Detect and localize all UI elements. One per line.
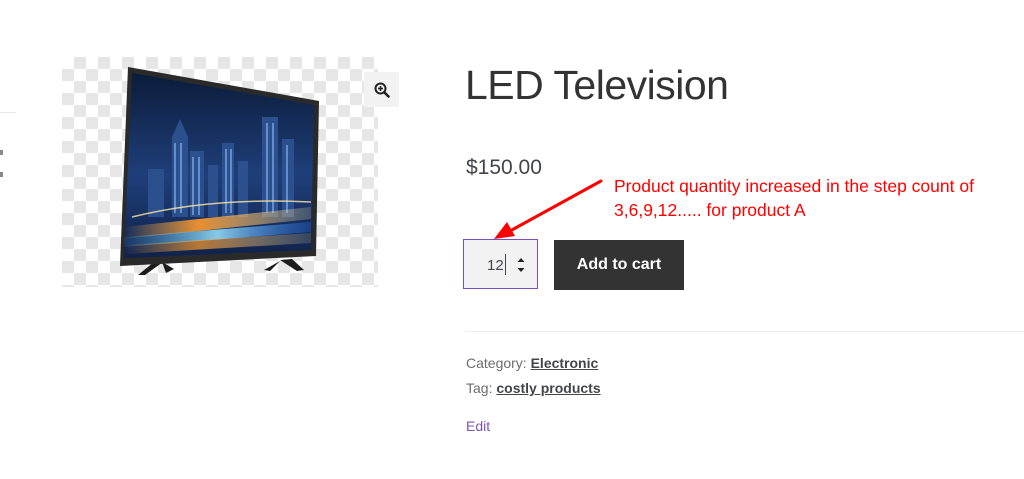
quantity-input[interactable]: 12 [487, 257, 504, 274]
annotation-text: Product quantity increased in the step c… [614, 174, 1024, 222]
product-category: Category: Electronic [466, 355, 598, 371]
product-page: LED Television $150.00 12 Add to cart Ca… [0, 0, 1024, 479]
tag-link[interactable]: costly products [496, 380, 600, 396]
zoom-in-icon [374, 82, 390, 98]
annotation-line-1: Product quantity increased in the step c… [614, 176, 974, 196]
zoom-button[interactable] [364, 72, 399, 107]
sidebar-fragment [0, 150, 3, 155]
spinner-arrows-icon[interactable] [515, 253, 527, 277]
annotation-arrow [494, 179, 603, 239]
product-title: LED Television [465, 62, 729, 108]
category-label: Category: [466, 355, 527, 371]
text-caret [505, 254, 506, 275]
sidebar-fragment [0, 172, 3, 177]
product-gallery[interactable] [62, 57, 378, 287]
tag-label: Tag: [466, 380, 493, 396]
product-tag: Tag: costly products [466, 380, 601, 396]
category-link[interactable]: Electronic [531, 355, 599, 371]
sidebar-divider [0, 112, 16, 113]
annotation-line-2: 3,6,9,12..... for product A [614, 200, 806, 220]
summary-divider [465, 331, 1024, 332]
product-image[interactable] [62, 57, 378, 287]
edit-link[interactable]: Edit [466, 418, 490, 434]
